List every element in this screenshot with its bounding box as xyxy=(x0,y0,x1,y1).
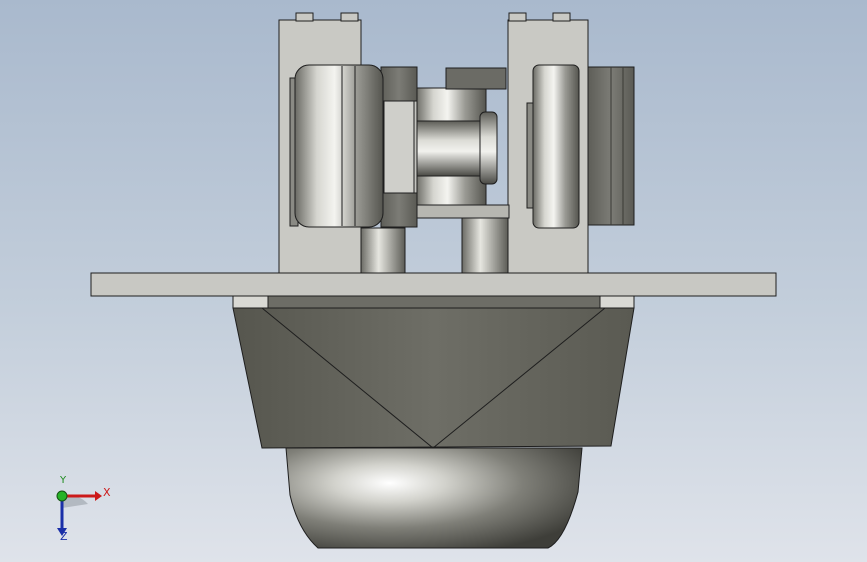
cad-viewport[interactable]: X Y Z xyxy=(0,0,867,562)
bottom-bowl xyxy=(285,447,583,549)
left-roller xyxy=(289,64,384,228)
coordinate-triad: X Y Z xyxy=(40,475,130,548)
y-axis-dot-icon xyxy=(56,490,68,502)
x-axis-label: X xyxy=(103,486,111,499)
tapered-housing xyxy=(232,295,635,449)
y-axis-label: Y xyxy=(60,475,67,486)
z-axis-label: Z xyxy=(60,530,68,543)
3d-model-front-view[interactable] xyxy=(0,0,867,562)
left-clamp-block xyxy=(380,66,418,228)
base-plate xyxy=(90,272,777,297)
